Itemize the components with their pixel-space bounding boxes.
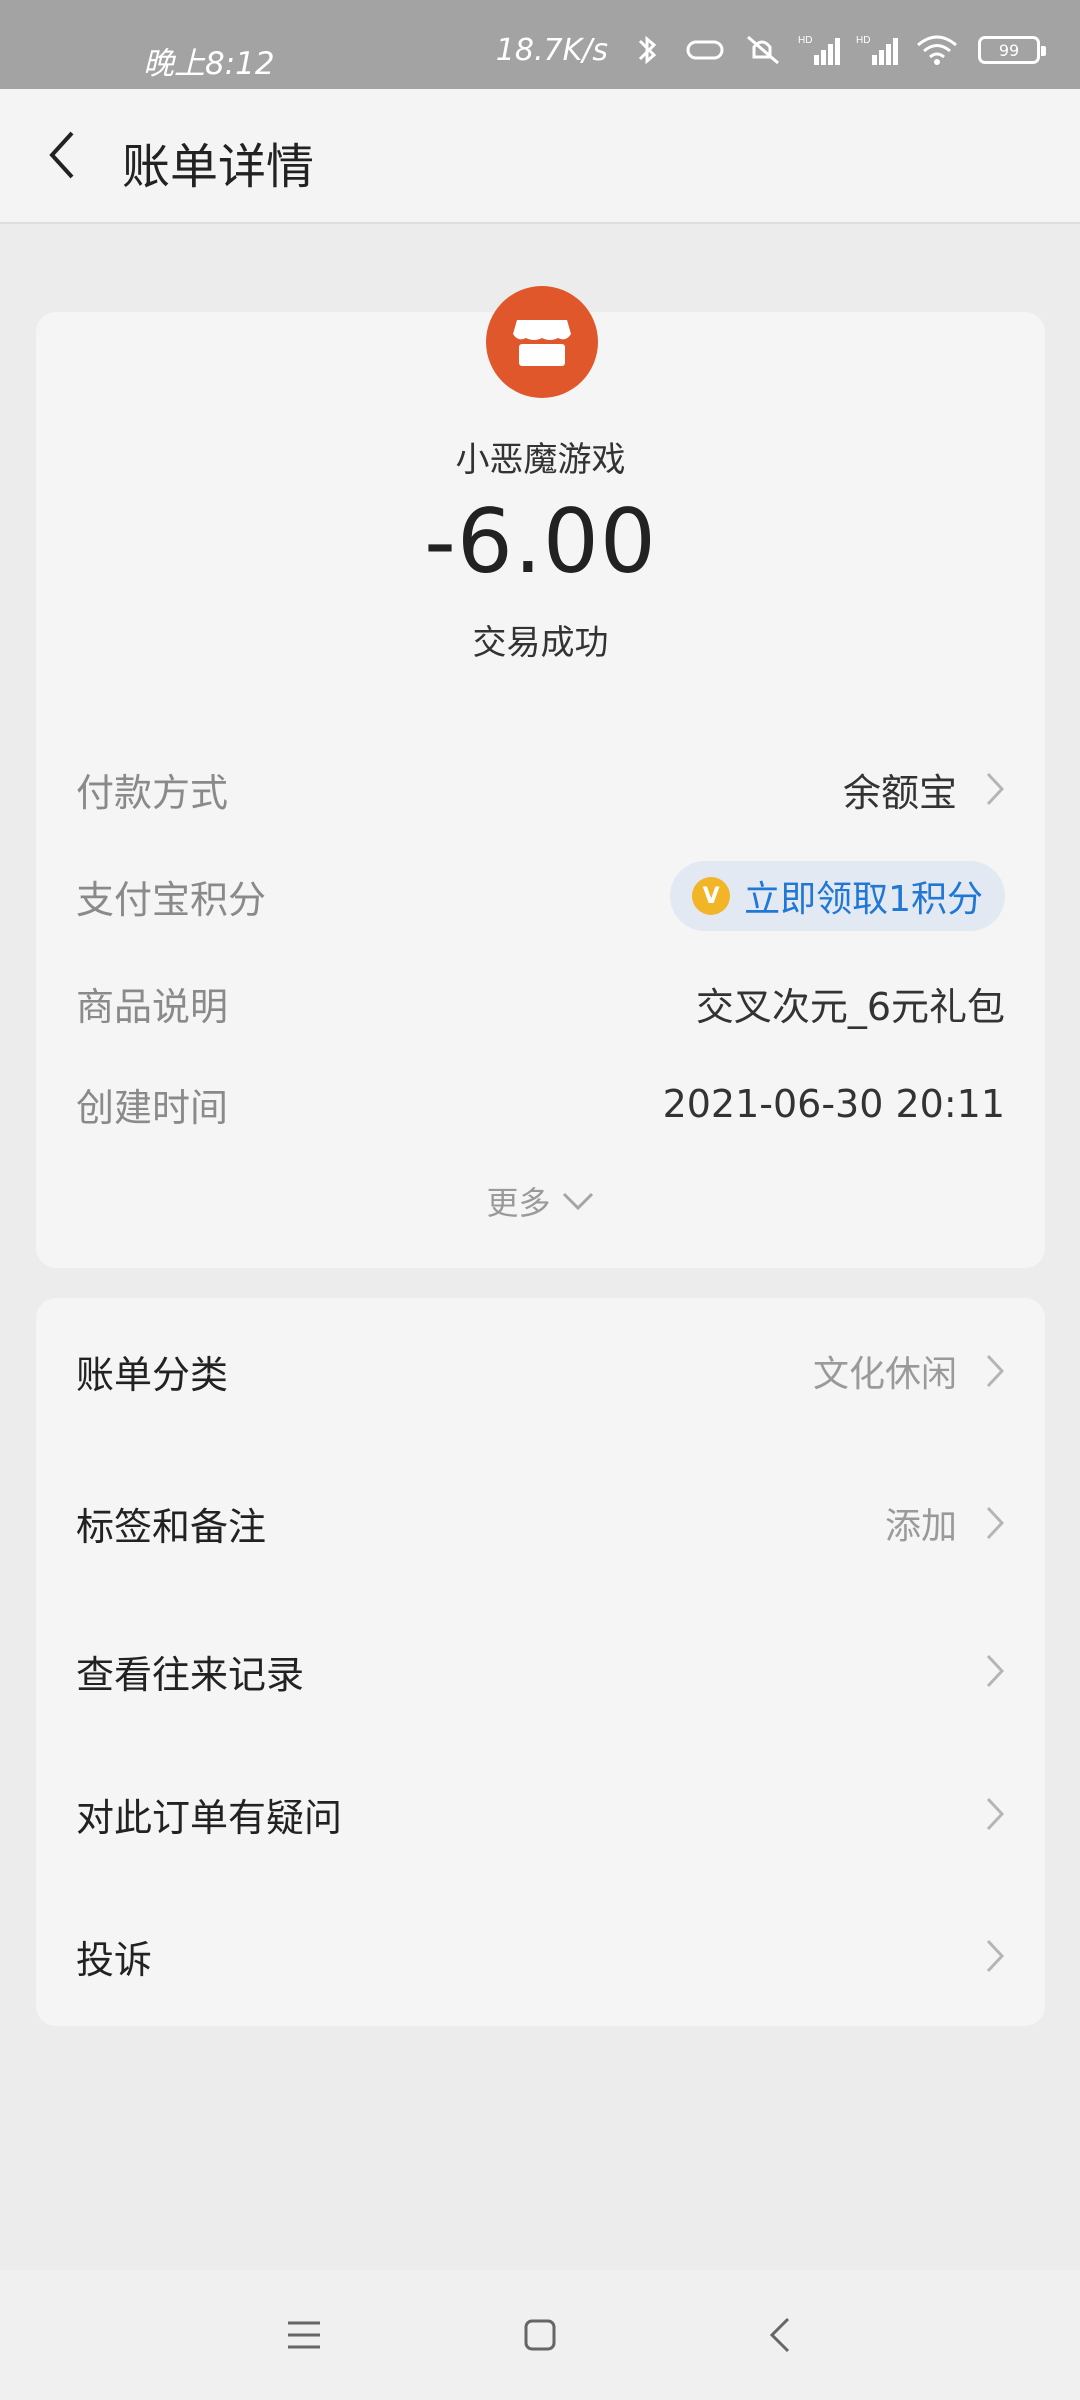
alipay-points-row: 支付宝积分 V 立即领取1积分 (76, 861, 1005, 931)
back-triangle-icon (769, 2317, 790, 2353)
bill-actions-card: 账单分类 文化休闲 标签和备注 添加 查看往来记录 对此订单有疑问 投诉 (36, 1298, 1045, 2026)
chevron-right-icon (986, 1354, 1005, 1388)
transaction-history-label: 查看往来记录 (76, 1652, 305, 1697)
home-nav-button[interactable] (515, 2310, 565, 2360)
battery-level: 99 (998, 40, 1020, 60)
product-description-row: 商品说明 交叉次元_6元礼包 (76, 968, 1005, 1038)
product-description-value: 交叉次元_6元礼包 (695, 984, 1005, 1029)
payment-method-label: 付款方式 (76, 770, 229, 815)
created-time-label: 创建时间 (76, 1085, 229, 1130)
chevron-right-icon (986, 1654, 1005, 1688)
tags-notes-value: 添加 (884, 1506, 957, 1547)
menu-icon (288, 2321, 320, 2349)
bill-category-item[interactable]: 账单分类 文化休闲 (76, 1331, 1005, 1411)
back-arrow-icon[interactable] (40, 125, 88, 185)
transaction-amount: -6.00 (424, 490, 657, 593)
more-label: 更多 (486, 1184, 551, 1222)
bill-category-label: 账单分类 (76, 1352, 229, 1397)
transaction-summary-card: 小恶魔游戏 -6.00 交易成功 付款方式 余额宝 支付宝积分 V 立即领取1积… (36, 286, 1045, 1268)
payment-method-row[interactable]: 付款方式 余额宝 (76, 754, 1005, 824)
status-time: 晚上8:12 (143, 46, 275, 82)
tags-notes-item[interactable]: 标签和备注 添加 (76, 1483, 1005, 1563)
status-icons: 18.7K/s HD HD 99 (495, 30, 1046, 70)
chevron-right-icon (986, 1797, 1005, 1831)
claim-points-label: 立即领取1积分 (744, 879, 983, 920)
order-question-item[interactable]: 对此订单有疑问 (76, 1774, 1005, 1854)
signal-hd-1-icon: HD (798, 35, 840, 65)
vibrate-icon (686, 40, 724, 60)
complaint-item[interactable]: 投诉 (76, 1916, 1005, 1996)
transaction-history-item[interactable]: 查看往来记录 (76, 1631, 1005, 1711)
app-header: 账单详情 (0, 89, 1080, 224)
status-bar: 晚上8:12 18.7K/s HD HD 99 (0, 0, 1080, 89)
points-coin-icon: V (692, 877, 731, 915)
created-time-value: 2021-06-30 20:11 (662, 1082, 1005, 1126)
chevron-right-icon (986, 1506, 1005, 1540)
page-title: 账单详情 (122, 139, 315, 195)
network-speed: 18.7K/s (495, 32, 608, 68)
store-icon (486, 286, 598, 398)
chevron-right-icon (986, 1939, 1005, 1973)
battery-icon: 99 (978, 36, 1046, 64)
svg-text:HD: HD (856, 35, 870, 46)
home-square-icon (524, 2319, 556, 2351)
product-description-label: 商品说明 (76, 984, 229, 1029)
tags-notes-label: 标签和备注 (76, 1504, 267, 1549)
payment-method-value: 余额宝 (842, 770, 957, 815)
signal-hd-2-icon: HD (856, 35, 898, 65)
bill-category-value: 文化休闲 (812, 1354, 957, 1395)
claim-points-button[interactable]: V 立即领取1积分 (670, 861, 1005, 931)
order-question-label: 对此订单有疑问 (76, 1795, 343, 1840)
merchant-name: 小恶魔游戏 (455, 440, 626, 480)
alipay-points-label: 支付宝积分 (76, 877, 267, 922)
svg-text:HD: HD (798, 35, 812, 46)
transaction-status: 交易成功 (472, 623, 609, 663)
system-nav-bar (0, 2270, 1080, 2400)
complaint-label: 投诉 (76, 1937, 153, 1982)
created-time-row: 创建时间 2021-06-30 20:11 (76, 1069, 1005, 1139)
more-toggle[interactable]: 更多 (36, 1178, 1045, 1224)
mute-icon (747, 35, 779, 65)
wifi-icon (917, 35, 957, 65)
bluetooth-icon (638, 35, 657, 65)
chevron-down-icon (562, 1192, 593, 1211)
chevron-right-icon (986, 772, 1005, 806)
back-nav-button[interactable] (755, 2310, 805, 2360)
menu-nav-button[interactable] (279, 2310, 329, 2360)
